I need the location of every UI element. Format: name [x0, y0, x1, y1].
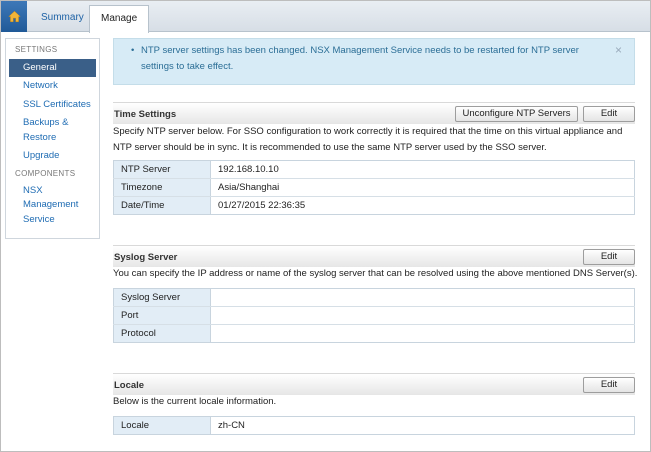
tab-summary[interactable]: Summary: [30, 5, 95, 32]
sidebar-item-upgrade[interactable]: Upgrade: [6, 149, 99, 164]
ntp-server-value: 192.168.10.10: [210, 160, 635, 179]
table-row: Syslog Server: [113, 288, 635, 307]
top-tab-bar: Summary Manage: [1, 1, 650, 33]
protocol-value: [210, 324, 635, 343]
locale-description: Below is the current locale information.: [113, 396, 277, 407]
datetime-label: Date/Time: [113, 196, 211, 215]
settings-sidebar: SETTINGS General Network SSL Certificate…: [5, 38, 100, 239]
table-row: Date/Time 01/27/2015 22:36:35: [113, 196, 635, 215]
syslog-server-label: Syslog Server: [113, 288, 211, 307]
sidebar-item-general[interactable]: General: [9, 59, 96, 77]
protocol-label: Protocol: [113, 324, 211, 343]
time-settings-title: Time Settings: [114, 109, 177, 120]
tab-manage[interactable]: Manage: [89, 5, 150, 33]
datetime-value: 01/27/2015 22:36:35: [210, 196, 635, 215]
table-row: Locale zh-CN: [113, 416, 635, 435]
info-alert: • NTP server settings has been changed. …: [113, 38, 635, 85]
components-heading: COMPONENTS: [15, 168, 76, 178]
table-row: Port: [113, 306, 635, 325]
port-label: Port: [113, 306, 211, 325]
alert-bullet: •: [131, 45, 135, 56]
sidebar-item-backups-restore[interactable]: Backups & Restore: [6, 116, 76, 145]
home-button[interactable]: [1, 1, 27, 32]
timezone-label: Timezone: [113, 178, 211, 197]
locale-header: Locale Edit: [113, 373, 635, 395]
ntp-server-label: NTP Server: [113, 160, 211, 179]
syslog-edit-button[interactable]: Edit: [583, 249, 635, 265]
time-settings-description: Specify NTP server below. For SSO config…: [113, 126, 623, 153]
locale-edit-button[interactable]: Edit: [583, 377, 635, 393]
locale-table: Locale zh-CN: [113, 416, 635, 435]
timezone-value: Asia/Shanghai: [210, 178, 635, 197]
time-settings-table: NTP Server 192.168.10.10 Timezone Asia/S…: [113, 160, 635, 215]
port-value: [210, 306, 635, 325]
settings-heading: SETTINGS: [15, 45, 58, 54]
syslog-table: Syslog Server Port Protocol: [113, 288, 635, 343]
syslog-server-title: Syslog Server: [114, 252, 178, 263]
home-icon: [7, 10, 21, 23]
sidebar-item-ssl-certificates[interactable]: SSL Certificates: [6, 98, 99, 113]
syslog-description: You can specify the IP address or name o…: [113, 268, 638, 279]
unconfigure-ntp-servers-button[interactable]: Unconfigure NTP Servers: [455, 106, 578, 122]
close-icon[interactable]: ×: [615, 42, 622, 58]
time-settings-header: Time Settings Unconfigure NTP Servers Ed…: [113, 102, 635, 124]
locale-value: zh-CN: [210, 416, 635, 435]
table-row: Protocol: [113, 324, 635, 343]
table-row: NTP Server 192.168.10.10: [113, 160, 635, 179]
alert-message: NTP server settings has been changed. NS…: [141, 45, 579, 72]
syslog-server-header: Syslog Server Edit: [113, 245, 635, 267]
locale-title: Locale: [114, 380, 145, 391]
table-row: Timezone Asia/Shanghai: [113, 178, 635, 197]
locale-label: Locale: [113, 416, 211, 435]
sidebar-item-network[interactable]: Network: [6, 79, 99, 94]
sidebar-item-nsx-management-service[interactable]: NSX Management Service: [6, 184, 78, 228]
time-settings-edit-button[interactable]: Edit: [583, 106, 635, 122]
syslog-server-value: [210, 288, 635, 307]
